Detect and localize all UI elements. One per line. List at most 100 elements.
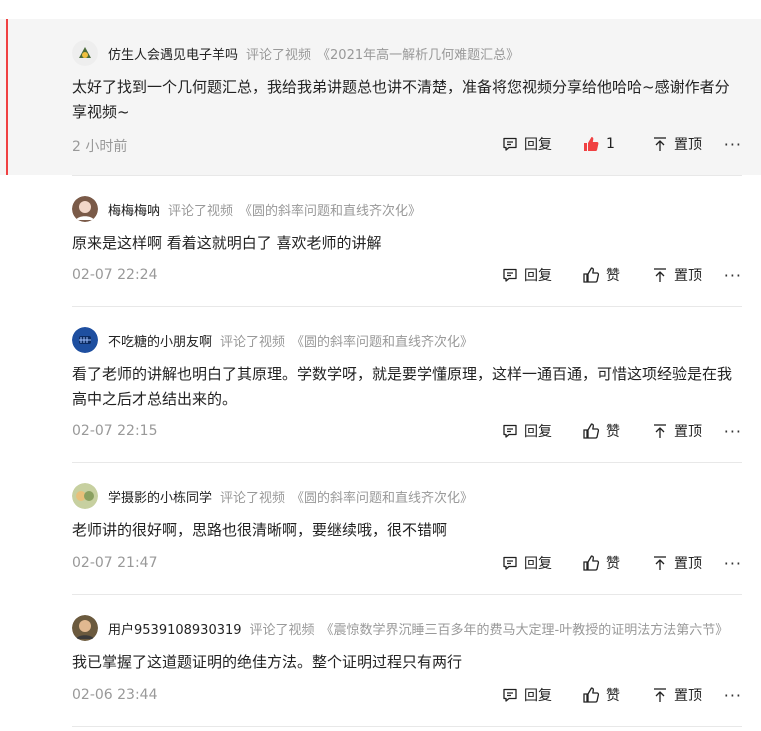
highlight-accent-bar: [6, 19, 8, 175]
like-button[interactable]: 赞: [582, 553, 652, 573]
pin-top-button[interactable]: 置顶: [652, 134, 722, 154]
like-button[interactable]: 赞: [582, 685, 652, 705]
comment-header: 梅梅梅呐 评论了视频 《圆的斜率问题和直线齐次化》: [72, 196, 421, 222]
like-button[interactable]: 赞: [582, 421, 652, 441]
comment-text: 太好了找到一个几何题汇总，我给我弟讲题总也讲不清楚，准备将您视频分享给他哈哈~感…: [72, 78, 730, 121]
pin-top-button[interactable]: 置顶: [652, 685, 722, 705]
like-button[interactable]: 赞: [582, 265, 652, 285]
like-count: 1: [606, 136, 615, 152]
comment-item: 不吃糖的小朋友啊 评论了视频 《圆的斜率问题和直线齐次化》 看了老师的讲解也明白…: [0, 306, 761, 462]
reply-button[interactable]: 回复: [502, 265, 582, 285]
thumbs-up-icon: [583, 555, 600, 571]
pin-top-icon: [654, 137, 666, 151]
pin-top-label: 置顶: [674, 688, 702, 704]
pin-top-icon: [654, 268, 666, 282]
username[interactable]: 梅梅梅呐: [108, 200, 160, 219]
comment-item: 用户9539108930319 评论了视频 《震惊数学界沉睡三百多年的费马大定理…: [0, 594, 761, 731]
divider: [72, 462, 742, 463]
comment-actions: 回复 赞 置顶 ···: [502, 265, 742, 285]
username[interactable]: 用户9539108930319: [108, 619, 242, 638]
username[interactable]: 不吃糖的小朋友啊: [108, 331, 212, 350]
comment-verb: 评论了视频: [220, 334, 286, 350]
pin-top-icon: [654, 556, 666, 570]
like-label: 赞: [606, 688, 620, 704]
comment-actions: 回复 1 置顶 ···: [502, 134, 742, 154]
reply-label: 回复: [524, 137, 552, 153]
video-title-link[interactable]: 《圆的斜率问题和直线齐次化》: [239, 200, 421, 219]
pin-top-button[interactable]: 置顶: [652, 265, 722, 285]
reply-icon: [503, 137, 517, 151]
more-icon: ···: [723, 134, 742, 154]
reply-button[interactable]: 回复: [502, 553, 582, 573]
pin-top-button[interactable]: 置顶: [652, 553, 722, 573]
reply-icon: [503, 688, 517, 702]
comment-item: 梅梅梅呐 评论了视频 《圆的斜率问题和直线齐次化》 原来是这样啊 看着这就明白了…: [0, 175, 761, 306]
thumbs-up-filled-icon: [584, 137, 599, 151]
reply-button[interactable]: 回复: [502, 685, 582, 705]
avatar[interactable]: [72, 196, 98, 222]
comment-time: 02-07 22:15: [72, 423, 158, 439]
divider: [72, 726, 742, 727]
reply-button[interactable]: 回复: [502, 421, 582, 441]
more-button[interactable]: ···: [722, 135, 742, 154]
pin-top-label: 置顶: [674, 556, 702, 572]
pin-top-label: 置顶: [674, 424, 702, 440]
comment-item: 学摄影的小栋同学 评论了视频 《圆的斜率问题和直线齐次化》 老师讲的很好啊，思路…: [0, 462, 761, 594]
comment-header: 不吃糖的小朋友啊 评论了视频 《圆的斜率问题和直线齐次化》: [72, 327, 473, 353]
video-title-link[interactable]: 《圆的斜率问题和直线齐次化》: [291, 331, 473, 350]
username[interactable]: 仿生人会遇见电子羊吗: [108, 44, 238, 63]
comment-header: 用户9539108930319 评论了视频 《震惊数学界沉睡三百多年的费马大定理…: [72, 615, 728, 641]
thumbs-up-icon: [583, 423, 600, 439]
reply-button[interactable]: 回复: [502, 134, 582, 154]
more-button[interactable]: ···: [722, 554, 742, 573]
reply-label: 回复: [524, 556, 552, 572]
reply-icon: [503, 424, 517, 438]
divider: [72, 306, 742, 307]
comment-actions: 回复 赞 置顶 ···: [502, 553, 742, 573]
reply-label: 回复: [524, 268, 552, 284]
thumbs-up-icon: [583, 267, 600, 283]
reply-label: 回复: [524, 688, 552, 704]
comment-header: 仿生人会遇见电子羊吗 评论了视频 《2021年高一解析几何难题汇总》: [72, 40, 519, 66]
like-label: 赞: [606, 268, 620, 284]
comment-time: 02-07 22:24: [72, 267, 158, 283]
username[interactable]: 学摄影的小栋同学: [108, 487, 212, 506]
more-button[interactable]: ···: [722, 266, 742, 285]
comment-text: 我已掌握了这道题证明的绝佳方法。整个证明过程只有两行: [72, 653, 463, 671]
avatar[interactable]: [72, 40, 98, 66]
comment-time: 02-07 21:47: [72, 555, 158, 571]
more-icon: ···: [723, 685, 742, 705]
comment-header: 学摄影的小栋同学 评论了视频 《圆的斜率问题和直线齐次化》: [72, 483, 473, 509]
like-button[interactable]: 1: [582, 135, 652, 153]
reply-label: 回复: [524, 424, 552, 440]
comment-verb: 评论了视频: [246, 47, 312, 63]
reply-icon: [503, 268, 517, 282]
more-icon: ···: [723, 265, 742, 285]
video-title-link[interactable]: 《圆的斜率问题和直线齐次化》: [291, 487, 473, 506]
comment-item: 仿生人会遇见电子羊吗 评论了视频 《2021年高一解析几何难题汇总》 太好了找到…: [0, 19, 761, 175]
avatar[interactable]: [72, 327, 98, 353]
more-icon: ···: [723, 421, 742, 441]
comment-text: 原来是这样啊 看着这就明白了 喜欢老师的讲解: [72, 234, 382, 252]
like-label: 赞: [606, 424, 620, 440]
video-title-link[interactable]: 《2021年高一解析几何难题汇总》: [317, 44, 519, 63]
thumbs-up-icon: [583, 687, 600, 703]
pin-top-icon: [654, 688, 666, 702]
more-icon: ···: [723, 553, 742, 573]
comment-actions: 回复 赞 置顶 ···: [502, 421, 742, 441]
like-label: 赞: [606, 556, 620, 572]
more-button[interactable]: ···: [722, 422, 742, 441]
pin-top-button[interactable]: 置顶: [652, 421, 722, 441]
avatar[interactable]: [72, 483, 98, 509]
more-button[interactable]: ···: [722, 686, 742, 705]
video-title-link[interactable]: 《震惊数学界沉睡三百多年的费马大定理-叶教授的证明法方法第六节》: [321, 619, 729, 638]
comment-actions: 回复 赞 置顶 ···: [502, 685, 742, 705]
comment-verb: 评论了视频: [249, 622, 315, 638]
pin-top-label: 置顶: [674, 268, 702, 284]
comment-text: 老师讲的很好啊，思路也很清晰啊，要继续哦，很不错啊: [72, 521, 448, 539]
pin-top-icon: [654, 424, 666, 438]
reply-icon: [503, 556, 517, 570]
comment-panel: 仿生人会遇见电子羊吗 评论了视频 《2021年高一解析几何难题汇总》 太好了找到…: [0, 0, 761, 731]
avatar[interactable]: [72, 615, 98, 641]
comment-verb: 评论了视频: [220, 490, 286, 506]
